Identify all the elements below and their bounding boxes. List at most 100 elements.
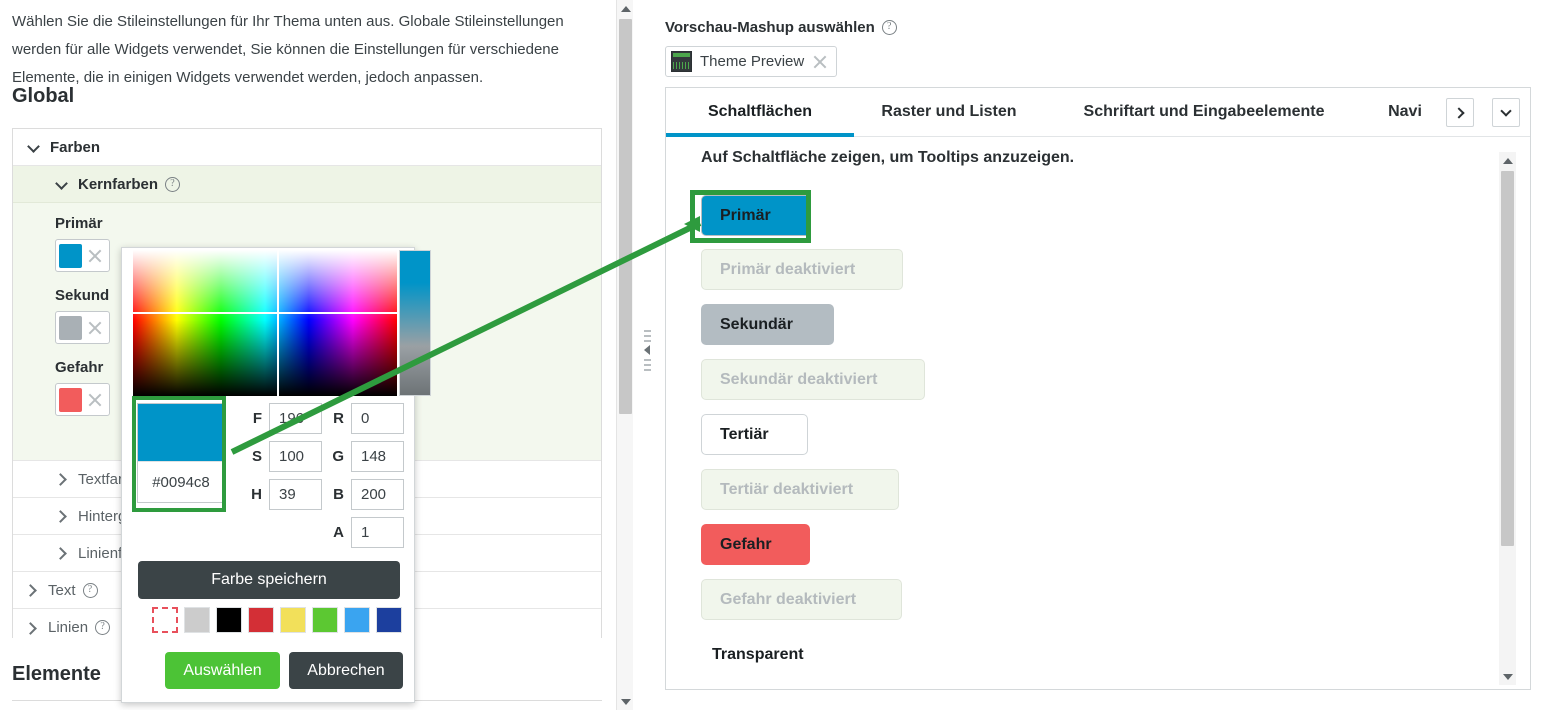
crosshair-vertical [277,250,279,396]
tab-next-button[interactable] [1446,98,1474,127]
color-swatch-button-secondary[interactable] [55,311,110,344]
accordion-linien-label: Linien [48,619,89,636]
preview-button-primary[interactable]: Primär [701,195,811,236]
preview-button-tertiary-disabled: Tertiär deaktiviert [701,469,899,510]
swatch-yellow[interactable] [280,607,306,633]
core-color-label-primary: Primär [55,215,103,232]
swatch-dark-blue[interactable] [376,607,402,633]
scroll-down-icon[interactable] [1499,668,1516,685]
field-a-input[interactable]: 1 [351,517,404,548]
button-label: Transparent [712,645,804,663]
preview-button-danger[interactable]: Gefahr [701,524,810,565]
swatch-transparent[interactable] [152,607,178,633]
field-g-input[interactable]: 148 [351,441,404,472]
preview-button-danger-disabled: Gefahr deaktiviert [701,579,902,620]
preview-button-secondary-disabled: Sekundär deaktiviert [701,359,925,400]
scrollbar-thumb[interactable] [1501,171,1514,546]
field-r-input[interactable]: 0 [351,403,404,434]
help-icon[interactable]: ? [881,20,897,35]
swatch-light-blue[interactable] [344,607,370,633]
button-label: Gefahr [720,535,772,553]
button-label: Sekundär [720,315,793,333]
field-s-input[interactable]: 100 [269,441,322,472]
field-r: R 0 [324,403,404,434]
field-s-label: S [251,448,262,465]
help-icon[interactable]: ? [82,582,98,598]
tab-schaltflaechen[interactable]: Schaltflächen [666,88,854,137]
preview-button-secondary[interactable]: Sekundär [701,304,834,345]
scroll-down-icon[interactable] [617,693,634,710]
cancel-button[interactable]: Abbrechen [289,652,403,689]
tab-schriftart-und-eingabeelemente[interactable]: Schriftart und Eingabeelemente [1044,88,1364,136]
picker-confirm-row: Auswählen Abbrechen [165,652,403,689]
brightness-slider[interactable] [399,250,431,396]
clear-color-icon[interactable] [84,389,106,411]
app-root: Wählen Sie die Stileinstellungen für Ihr… [0,0,1547,710]
field-g: G 148 [324,441,404,472]
preview-button-primary-disabled: Primär deaktiviert [701,249,903,290]
preview-button-tertiary[interactable]: Tertiär [701,414,808,455]
swatch-black[interactable] [216,607,242,633]
tab-label: Schaltflächen [707,103,813,120]
swatch-gray[interactable] [184,607,210,633]
button-label: Primär [720,206,771,224]
chevron-down-icon [55,177,69,191]
swatch-green[interactable] [312,607,338,633]
tab-label: Schriftart und Eingabeelemente [1083,103,1325,120]
button-label: Tertiär deaktiviert [720,480,854,498]
preview-mashup-label: Vorschau-Mashup auswählen ? [665,19,897,36]
splitter-handle[interactable] [638,330,656,390]
field-h-input[interactable]: 39 [269,479,322,510]
field-f-input[interactable]: 196 [269,403,322,434]
help-icon[interactable]: ? [165,176,181,192]
preview-hint-text: Auf Schaltfläche zeigen, um Tooltips anz… [701,149,1075,166]
hex-input[interactable]: #0094c8 [138,461,224,502]
grip-dot [643,335,651,337]
swatch-red[interactable] [248,607,274,633]
left-panel-scrollbar[interactable] [616,0,633,710]
color-chip-secondary [59,315,83,340]
accordion-text-label: Text [48,581,76,599]
chevron-right-icon [1452,106,1465,119]
button-label: Primär deaktiviert [720,260,856,278]
color-swatch-button-danger[interactable] [55,383,110,416]
color-gradient-field[interactable] [133,250,397,396]
selected-color-chip [138,404,224,461]
tab-navigation[interactable]: Navi [1364,88,1446,136]
mashup-chip[interactable]: Theme Preview [665,46,838,77]
field-a: A 1 [324,517,404,548]
accept-button[interactable]: Auswählen [165,652,280,689]
accordion-kernfarben-label: Kernfarben [78,175,159,193]
preview-panel: Vorschau-Mashup auswählen ? Theme Previe… [660,0,1547,710]
intro-text: Wählen Sie die Stileinstellungen für Ihr… [12,13,564,86]
tab-raster-und-listen[interactable]: Raster und Listen [854,88,1044,136]
crosshair-horizontal [133,312,397,314]
color-picker-popup[interactable]: #0094c8 F 196 S 100 H 39 R 0 G 148 B 200… [121,247,431,703]
saved-swatches [152,607,402,633]
save-color-button[interactable]: Farbe speichern [138,561,400,599]
scrollbar-thumb[interactable] [619,19,632,414]
scroll-up-icon[interactable] [617,0,634,17]
color-chip-danger [59,387,83,412]
collapse-left-icon[interactable] [644,345,650,355]
close-icon[interactable] [810,52,830,72]
accordion-kernfarben[interactable]: Kernfarben ? [13,166,601,203]
color-swatch-button-primary[interactable] [55,239,110,272]
accordion-farben[interactable]: Farben [13,129,601,166]
brightness-layer [133,250,397,396]
chevron-right-icon [55,546,69,560]
clear-color-icon[interactable] [84,317,106,339]
field-b: B 200 [324,479,404,510]
panel-splitter[interactable] [636,0,658,710]
preview-scrollbar[interactable] [1499,152,1516,685]
help-icon[interactable]: ? [95,620,111,635]
preview-button-transparent[interactable]: Transparent [693,634,819,675]
grip-dot [643,369,651,371]
field-b-input[interactable]: 200 [351,479,404,510]
button-label: Gefahr deaktiviert [720,590,857,608]
tab-dropdown-button[interactable] [1492,98,1520,127]
scroll-up-icon[interactable] [1499,152,1516,169]
mashup-chip-label: Theme Preview [700,53,805,70]
elemente-heading: Elemente [12,663,101,685]
clear-color-icon[interactable] [84,245,106,267]
